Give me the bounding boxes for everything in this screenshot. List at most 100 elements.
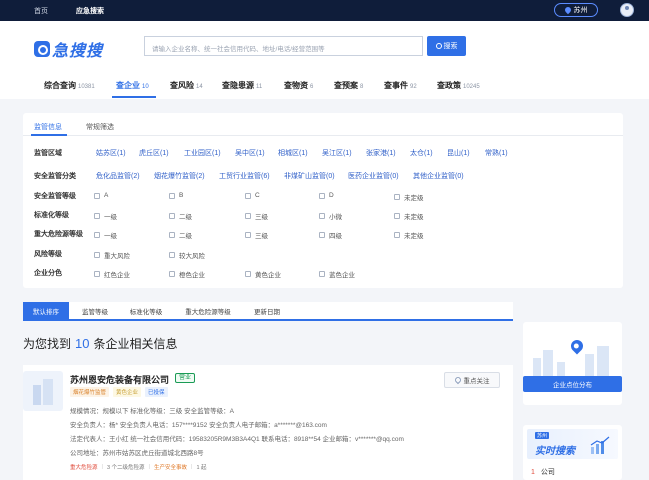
tab-risk[interactable]: 查风险 14 [170, 80, 203, 91]
filter-option[interactable]: 昆山(1) [447, 148, 470, 158]
building-shape [585, 354, 594, 376]
nav-emergency-search[interactable]: 应急搜索 [76, 6, 104, 16]
checkbox-option[interactable]: 橙色企业 [169, 269, 205, 279]
heart-icon [453, 375, 462, 385]
tab-company[interactable]: 查企业 10 [116, 80, 149, 91]
checkbox-option[interactable]: D [319, 192, 334, 199]
filter-option[interactable]: 吴中区(1) [235, 148, 265, 158]
checkbox-option[interactable]: 红色企业 [94, 269, 130, 279]
risk-item: 3 个二级危险源 [106, 465, 145, 471]
filter-label-safety-level: 安全监管等级 [34, 193, 76, 200]
checkbox-icon [245, 271, 251, 277]
sort-default[interactable]: 默认排序 [23, 302, 69, 319]
risk-item: 重大危险源 [70, 465, 98, 471]
filter-option[interactable]: 非煤矿山监管(0) [284, 171, 335, 181]
avatar[interactable] [620, 3, 634, 17]
filter-option[interactable]: 常熟(1) [485, 148, 508, 158]
city-illustration [529, 330, 615, 376]
sort-supervision-level[interactable]: 监管等级 [73, 302, 117, 319]
checkbox-icon [394, 213, 400, 219]
hot-search-city-tag: 苏州 [535, 432, 550, 439]
checkbox-option[interactable]: A [94, 192, 108, 199]
hot-search-item[interactable]: 1 公司 [531, 467, 555, 477]
sort-standard-level[interactable]: 标准化等级 [121, 302, 171, 319]
map-widget: 企业点位分布 [523, 322, 622, 405]
company-map-button[interactable]: 企业点位分布 [523, 376, 622, 392]
filter-option[interactable]: 太仓(1) [410, 148, 433, 158]
filter-tab-general[interactable]: 常规筛选 [86, 122, 114, 132]
checkbox-icon [394, 232, 400, 238]
company-info-line: 公司地址：苏州市姑苏区虎丘街道城北西路8号 [70, 450, 204, 457]
filter-option[interactable]: 张家港(1) [366, 148, 396, 158]
tab-comprehensive[interactable]: 综合查询 10381 [44, 80, 95, 91]
sort-hazard-level[interactable]: 重大危险源等级 [175, 302, 241, 319]
checkbox-icon [394, 194, 400, 200]
filter-tab-supervision[interactable]: 监管信息 [34, 122, 62, 132]
search-button-label: 搜索 [443, 43, 458, 50]
checkbox-option[interactable]: 黄色企业 [245, 269, 281, 279]
checkbox-option[interactable]: C [245, 192, 260, 199]
filter-option[interactable]: 工贸行业监管(6) [219, 171, 270, 181]
tab-event[interactable]: 查事件 92 [384, 80, 417, 91]
checkbox-option[interactable]: B [169, 192, 183, 199]
sort-bar: 默认排序 监管等级 标准化等级 重大危险源等级 更新日期 [23, 302, 513, 321]
tab-plan[interactable]: 查预案 8 [334, 80, 363, 91]
company-info-line: 规模情况：规模以下 标准化等级：三级 安全监管等级：A [70, 408, 234, 415]
checkbox-option[interactable]: 蓝色企业 [319, 269, 355, 279]
checkbox-option[interactable]: 未定级 [394, 230, 424, 240]
nav-home[interactable]: 首页 [34, 6, 48, 16]
checkbox-option[interactable]: 三级 [245, 211, 268, 221]
search-button[interactable]: 搜索 [427, 36, 466, 56]
search-icon [435, 43, 442, 49]
hot-search-rank: 1 [531, 469, 535, 476]
hot-search-title: 实时搜索 [535, 446, 575, 457]
sort-update-date[interactable]: 更新日期 [245, 302, 289, 319]
checkbox-option[interactable]: 未定级 [394, 192, 424, 202]
trend-chart-icon [590, 436, 610, 454]
follow-button[interactable]: 重点关注 [444, 372, 500, 388]
filter-option[interactable]: 姑苏区(1) [96, 148, 126, 158]
checkbox-option[interactable]: 一级 [94, 211, 117, 221]
checkbox-icon [94, 232, 100, 238]
checkbox-icon [319, 192, 325, 199]
checkbox-icon [245, 192, 251, 199]
tab-policy[interactable]: 查政策 10245 [437, 80, 480, 91]
logo[interactable]: 急搜搜 [34, 37, 103, 61]
divider [23, 135, 623, 136]
filter-label-region: 监管区域 [34, 150, 62, 157]
filter-option[interactable]: 虎丘区(1) [139, 148, 169, 158]
tab-supplies[interactable]: 查物资 6 [284, 80, 313, 91]
city-selector[interactable]: 苏州 [554, 3, 598, 17]
company-card[interactable]: 苏州恩安危装备有限公司 营业 烟花爆竹监管 黄色企业 已投保 重点关注 规模情况… [23, 365, 513, 480]
checkbox-option[interactable]: 二级 [169, 211, 192, 221]
filter-label-standard-level: 标准化等级 [34, 212, 69, 219]
city-label: 苏州 [573, 7, 588, 14]
filter-option[interactable]: 吴江区(1) [322, 148, 352, 158]
search-input[interactable]: 请输入企业名称、统一社会信用代码、地址/电话/经营范围等 [144, 36, 423, 56]
checkbox-icon [94, 213, 100, 219]
checkbox-option[interactable]: 重大风险 [94, 250, 130, 260]
checkbox-option[interactable]: 四级 [319, 230, 342, 240]
checkbox-option[interactable]: 未定级 [394, 211, 424, 221]
company-logo-placeholder [23, 371, 63, 411]
checkbox-option[interactable]: 较大风险 [169, 250, 205, 260]
checkbox-option[interactable]: 一级 [94, 230, 117, 240]
filter-option[interactable]: 烟花爆竹监管(2) [154, 171, 205, 181]
tab-hazard-source[interactable]: 查隐患源 11 [222, 80, 262, 91]
filter-option[interactable]: 医药企业监管(0) [348, 171, 399, 181]
results-count: 为您找到 10 条企业相关信息 [23, 336, 178, 351]
filter-option[interactable]: 危化品监管(2) [96, 171, 140, 181]
company-name[interactable]: 苏州恩安危装备有限公司 [70, 373, 169, 386]
filter-option[interactable]: 相城区(1) [278, 148, 308, 158]
risk-summary: 重大危险源 | 3 个二级危险源 | 生产安全事故 | 1 起 [70, 463, 207, 471]
checkbox-icon [94, 192, 100, 199]
checkbox-option[interactable]: 二级 [169, 230, 192, 240]
building-shape [597, 346, 609, 376]
checkbox-option[interactable]: 三级 [245, 230, 268, 240]
checkbox-option[interactable]: 小微 [319, 211, 342, 221]
filter-label-hazard-level: 重大危险源等级 [34, 231, 83, 238]
logo-text: 急搜搜 [52, 43, 104, 60]
filter-option[interactable]: 其他企业监管(0) [413, 171, 464, 181]
checkbox-icon [169, 232, 175, 238]
filter-option[interactable]: 工业园区(1) [184, 148, 221, 158]
